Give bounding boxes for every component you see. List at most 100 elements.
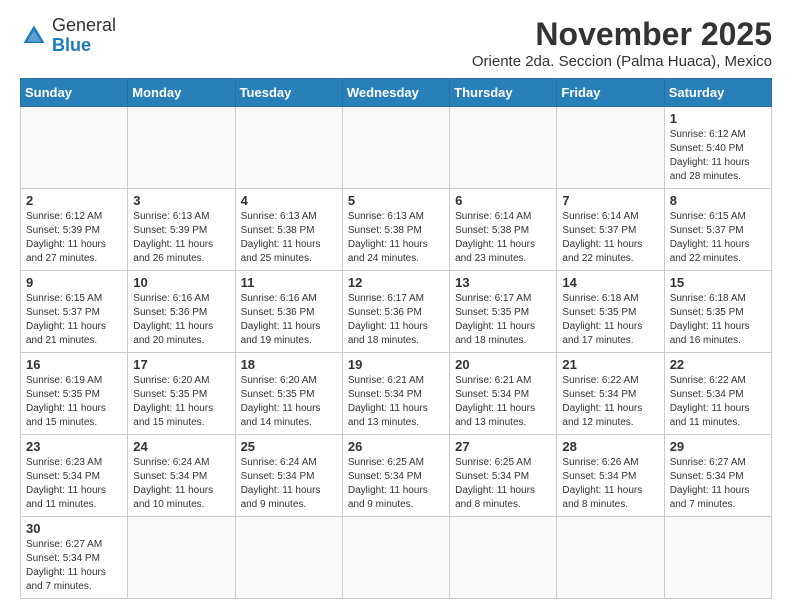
header-day-thursday: Thursday (450, 79, 557, 107)
day-info: Sunrise: 6:20 AM Sunset: 5:35 PM Dayligh… (241, 374, 337, 430)
day-number: 10 (133, 275, 229, 290)
calendar-cell: 26 Sunrise: 6:25 AM Sunset: 5:34 PM Dayli… (342, 435, 449, 517)
logo-general: General (52, 15, 116, 35)
day-info: Sunrise: 6:16 AM Sunset: 5:36 PM Dayligh… (133, 292, 229, 348)
day-info: Sunrise: 6:20 AM Sunset: 5:35 PM Dayligh… (133, 374, 229, 430)
day-number: 29 (670, 439, 766, 454)
calendar-cell: 13 Sunrise: 6:17 AM Sunset: 5:35 PM Dayli… (450, 271, 557, 353)
day-number: 13 (455, 275, 551, 290)
calendar-cell: 19Sunrise: 6:21 AM Sunset: 5:34 PM Dayli… (342, 353, 449, 435)
day-number: 17 (133, 357, 229, 372)
day-info: Sunrise: 6:25 AM Sunset: 5:34 PM Dayligh… (455, 456, 551, 512)
day-info: Sunrise: 6:24 AM Sunset: 5:34 PM Dayligh… (133, 456, 229, 512)
calendar-cell: 6Sunrise: 6:14 AM Sunset: 5:38 PM Daylig… (450, 189, 557, 271)
day-number: 25 (241, 439, 337, 454)
day-number: 2 (26, 193, 122, 208)
calendar-cell (342, 517, 449, 599)
day-number: 28 (562, 439, 658, 454)
calendar-cell: 21 Sunrise: 6:22 AM Sunset: 5:34 PM Dayli… (557, 353, 664, 435)
logo-text: General Blue (52, 16, 116, 56)
day-info: Sunrise: 6:15 AM Sunset: 5:37 PM Dayligh… (670, 210, 766, 266)
calendar-cell (557, 107, 664, 189)
day-number: 23 (26, 439, 122, 454)
day-info: Sunrise: 6:13 AM Sunset: 5:39 PM Dayligh… (133, 210, 229, 266)
calendar-cell: 27 Sunrise: 6:25 AM Sunset: 5:34 PM Dayli… (450, 435, 557, 517)
day-number: 24 (133, 439, 229, 454)
calendar-cell (450, 107, 557, 189)
title-section: November 2025 Oriente 2da. Seccion (Palm… (472, 16, 772, 70)
calendar-cell: 29Sunrise: 6:27 AM Sunset: 5:34 PM Dayli… (664, 435, 771, 517)
day-info: Sunrise: 6:26 AM Sunset: 5:34 PM Dayligh… (562, 456, 658, 512)
day-number: 27 (455, 439, 551, 454)
calendar-cell: 4Sunrise: 6:13 AM Sunset: 5:38 PM Daylig… (235, 189, 342, 271)
day-number: 11 (241, 275, 337, 290)
header-day-tuesday: Tuesday (235, 79, 342, 107)
day-info: Sunrise: 6:18 AM Sunset: 5:35 PM Dayligh… (562, 292, 658, 348)
calendar-cell (235, 107, 342, 189)
calendar-cell (664, 517, 771, 599)
day-info: Sunrise: 6:18 AM Sunset: 5:35 PM Dayligh… (670, 292, 766, 348)
day-info: Sunrise: 6:13 AM Sunset: 5:38 PM Dayligh… (348, 210, 444, 266)
day-info: Sunrise: 6:24 AM Sunset: 5:34 PM Dayligh… (241, 456, 337, 512)
day-number: 26 (348, 439, 444, 454)
day-info: Sunrise: 6:21 AM Sunset: 5:34 PM Dayligh… (455, 374, 551, 430)
header-day-sunday: Sunday (21, 79, 128, 107)
day-info: Sunrise: 6:17 AM Sunset: 5:35 PM Dayligh… (455, 292, 551, 348)
calendar-cell: 2 Sunrise: 6:12 AM Sunset: 5:39 PM Daylig… (21, 189, 128, 271)
calendar-cell (235, 517, 342, 599)
calendar-cell (557, 517, 664, 599)
day-number: 3 (133, 193, 229, 208)
calendar-cell: 23 Sunrise: 6:23 AM Sunset: 5:34 PM Dayli… (21, 435, 128, 517)
header-day-saturday: Saturday (664, 79, 771, 107)
day-info: Sunrise: 6:17 AM Sunset: 5:36 PM Dayligh… (348, 292, 444, 348)
day-number: 18 (241, 357, 337, 372)
location-title: Oriente 2da. Seccion (Palma Huaca), Mexi… (472, 53, 772, 70)
header-day-monday: Monday (128, 79, 235, 107)
day-info: Sunrise: 6:22 AM Sunset: 5:34 PM Dayligh… (562, 374, 658, 430)
calendar-cell: 20 Sunrise: 6:21 AM Sunset: 5:34 PM Dayli… (450, 353, 557, 435)
day-number: 12 (348, 275, 444, 290)
calendar-cell: 18 Sunrise: 6:20 AM Sunset: 5:35 PM Dayli… (235, 353, 342, 435)
calendar: SundayMondayTuesdayWednesdayThursdayFrid… (20, 78, 772, 599)
calendar-cell: 12 Sunrise: 6:17 AM Sunset: 5:36 PM Dayli… (342, 271, 449, 353)
day-number: 16 (26, 357, 122, 372)
day-info: Sunrise: 6:12 AM Sunset: 5:39 PM Dayligh… (26, 210, 122, 266)
day-number: 21 (562, 357, 658, 372)
day-info: Sunrise: 6:15 AM Sunset: 5:37 PM Dayligh… (26, 292, 122, 348)
calendar-cell: 30Sunrise: 6:27 AM Sunset: 5:34 PM Dayli… (21, 517, 128, 599)
calendar-cell: 22Sunrise: 6:22 AM Sunset: 5:34 PM Dayli… (664, 353, 771, 435)
day-number: 1 (670, 111, 766, 126)
day-info: Sunrise: 6:23 AM Sunset: 5:34 PM Dayligh… (26, 456, 122, 512)
week-row-5: 30Sunrise: 6:27 AM Sunset: 5:34 PM Dayli… (21, 517, 772, 599)
day-info: Sunrise: 6:21 AM Sunset: 5:34 PM Dayligh… (348, 374, 444, 430)
calendar-cell: 8 Sunrise: 6:15 AM Sunset: 5:37 PM Daylig… (664, 189, 771, 271)
calendar-cell: 9 Sunrise: 6:15 AM Sunset: 5:37 PM Daylig… (21, 271, 128, 353)
header-day-wednesday: Wednesday (342, 79, 449, 107)
day-number: 8 (670, 193, 766, 208)
calendar-cell: 1 Sunrise: 6:12 AM Sunset: 5:40 PM Daylig… (664, 107, 771, 189)
logo-icon (20, 22, 48, 50)
week-row-3: 16 Sunrise: 6:19 AM Sunset: 5:35 PM Dayli… (21, 353, 772, 435)
calendar-cell: 24 Sunrise: 6:24 AM Sunset: 5:34 PM Dayli… (128, 435, 235, 517)
calendar-cell (342, 107, 449, 189)
week-row-4: 23 Sunrise: 6:23 AM Sunset: 5:34 PM Dayli… (21, 435, 772, 517)
calendar-cell: 7Sunrise: 6:14 AM Sunset: 5:37 PM Daylig… (557, 189, 664, 271)
calendar-cell: 28 Sunrise: 6:26 AM Sunset: 5:34 PM Dayli… (557, 435, 664, 517)
day-info: Sunrise: 6:14 AM Sunset: 5:37 PM Dayligh… (562, 210, 658, 266)
calendar-cell: 3 Sunrise: 6:13 AM Sunset: 5:39 PM Daylig… (128, 189, 235, 271)
day-number: 9 (26, 275, 122, 290)
day-number: 15 (670, 275, 766, 290)
logo-blue: Blue (52, 35, 91, 55)
calendar-header-row: SundayMondayTuesdayWednesdayThursdayFrid… (21, 79, 772, 107)
calendar-cell: 15 Sunrise: 6:18 AM Sunset: 5:35 PM Dayli… (664, 271, 771, 353)
day-number: 20 (455, 357, 551, 372)
day-number: 4 (241, 193, 337, 208)
logo: General Blue (20, 16, 116, 56)
day-info: Sunrise: 6:14 AM Sunset: 5:38 PM Dayligh… (455, 210, 551, 266)
day-info: Sunrise: 6:25 AM Sunset: 5:34 PM Dayligh… (348, 456, 444, 512)
day-info: Sunrise: 6:16 AM Sunset: 5:36 PM Dayligh… (241, 292, 337, 348)
month-title: November 2025 (472, 16, 772, 53)
day-info: Sunrise: 6:12 AM Sunset: 5:40 PM Dayligh… (670, 128, 766, 184)
header-day-friday: Friday (557, 79, 664, 107)
day-info: Sunrise: 6:19 AM Sunset: 5:35 PM Dayligh… (26, 374, 122, 430)
